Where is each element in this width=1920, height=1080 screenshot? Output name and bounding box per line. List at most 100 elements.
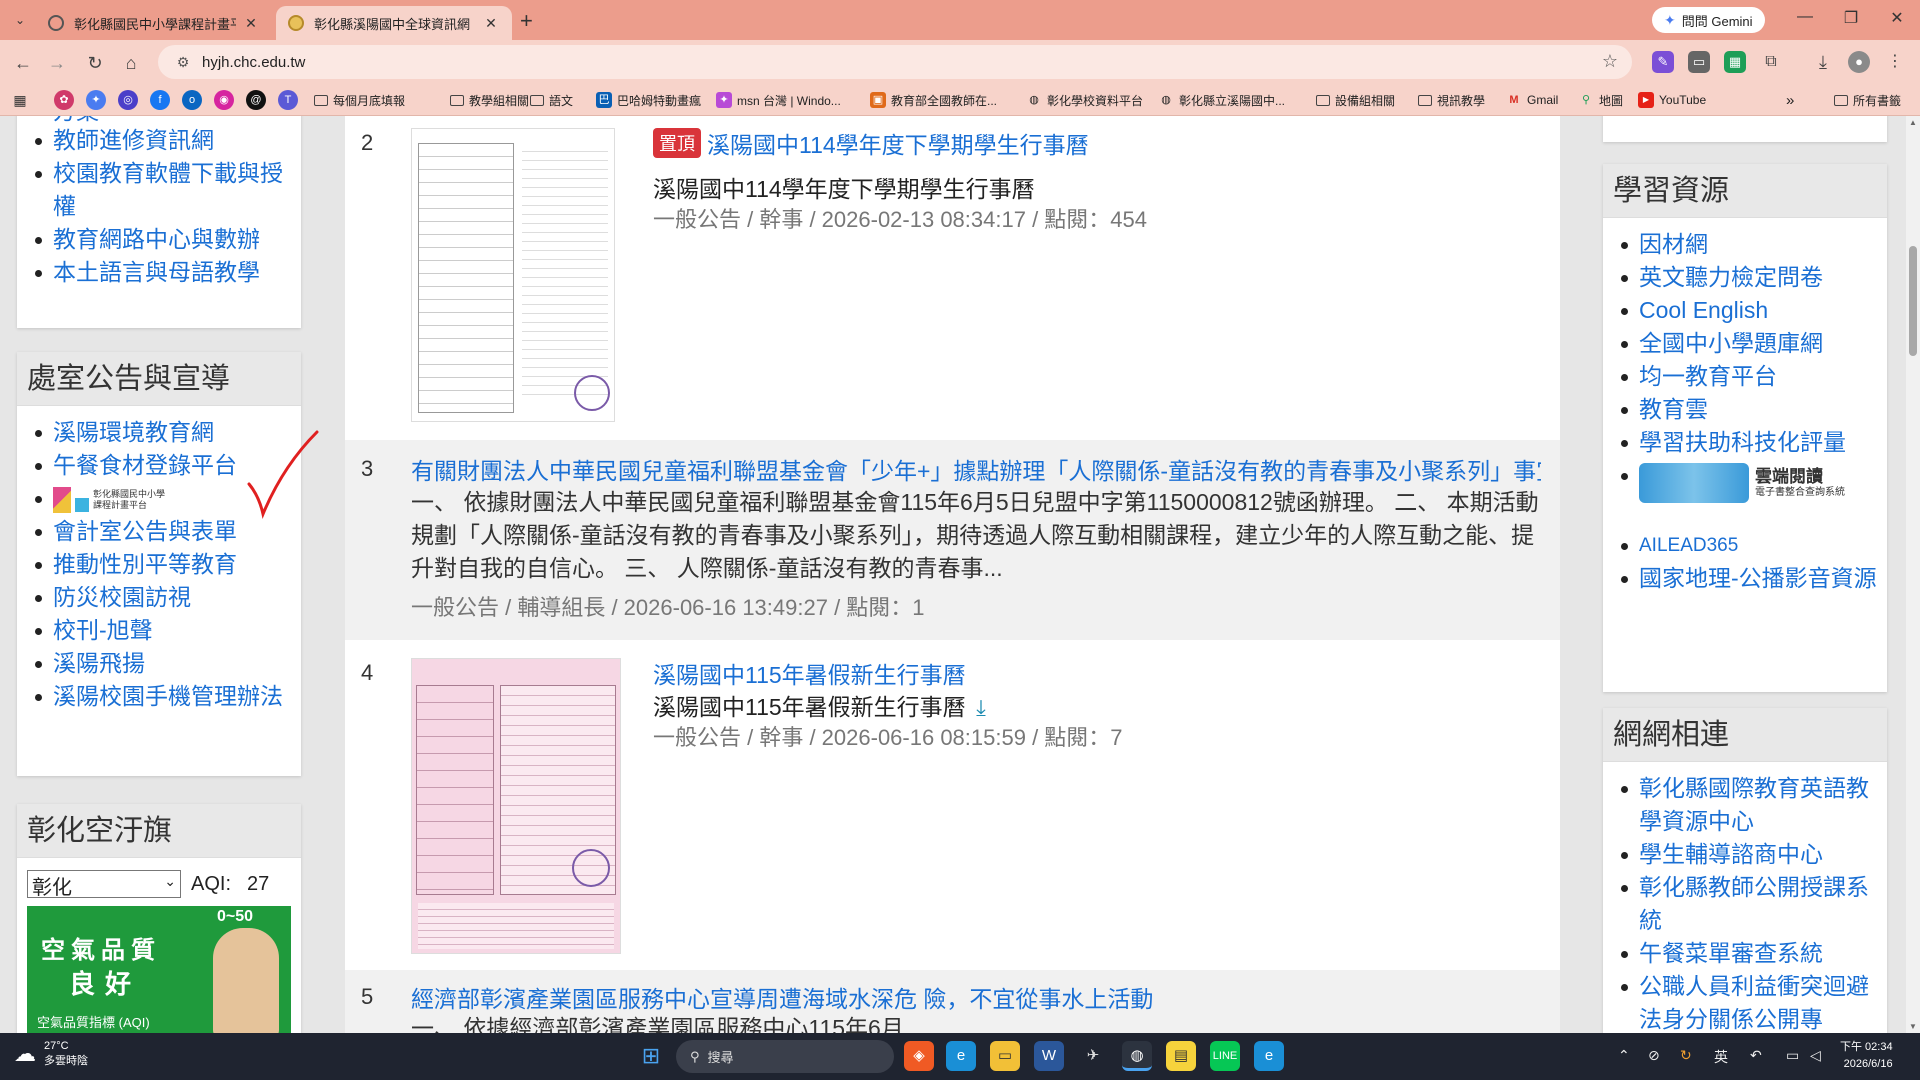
edge-dev-icon[interactable]: e (1254, 1041, 1284, 1071)
sync-icon[interactable]: ↻ (1680, 1047, 1692, 1064)
link-item[interactable]: 公職人員利益衝突迴避法身分關係公開專 (1621, 970, 1877, 1033)
link-item[interactable]: 英文聽力檢定問卷 (1621, 261, 1877, 294)
teams-icon[interactable]: T (278, 90, 298, 110)
volume-icon[interactable]: ◁ (1810, 1047, 1821, 1064)
bookmark-folder[interactable]: 教學組相關 (450, 90, 529, 110)
bookmark-folder[interactable]: 設備組相關 (1316, 90, 1395, 110)
instagram-icon[interactable]: ◉ (214, 90, 234, 110)
scroll-up-icon[interactable]: ▲ (1909, 118, 1917, 127)
link-item[interactable]: 防災校園訪視 (35, 581, 291, 614)
link-item[interactable]: 教育網路中心與數辦 (35, 223, 291, 256)
ime-indicator[interactable]: 英 (1714, 1047, 1728, 1067)
bookmark-link[interactable]: 巴巴哈姆特動畫瘋 (596, 90, 701, 110)
link-item[interactable]: 彰化縣教師公開授課系統 (1621, 871, 1877, 937)
link-item[interactable]: 教育雲 (1621, 393, 1877, 426)
chevron-up-icon[interactable]: ⌃ (1618, 1047, 1630, 1064)
link-item[interactable]: 均一教育平台 (1621, 360, 1877, 393)
bookmark-star-icon[interactable]: ☆ (1602, 51, 1618, 72)
close-icon[interactable]: ✕ (482, 15, 500, 32)
scroll-down-icon[interactable]: ▼ (1909, 1022, 1917, 1031)
link-item[interactable]: 溪陽飛揚 (35, 647, 291, 680)
bookmark-app-icon[interactable]: ✿ (54, 90, 74, 110)
announcement-title-link[interactable]: 溪陽國中115年暑假新生行事曆 (653, 656, 966, 690)
profile-avatar-icon[interactable]: ● (1848, 51, 1870, 73)
bookmark-link[interactable]: ▣ 教育部全國教師在... (870, 90, 997, 110)
announcement-title-link[interactable]: 經濟部彰濱產業園區服務中心宣導周遭海域水深危 險，不宜從事水上活動 (411, 980, 1153, 1014)
link-item[interactable]: 全國中小學題庫網 (1621, 327, 1877, 360)
apps-grid-icon[interactable]: ▦ (10, 90, 30, 110)
bookmark-app-icon[interactable]: ◎ (118, 90, 138, 110)
threads-icon[interactable]: @ (246, 90, 266, 110)
link-item[interactable]: 午餐菜單審查系統 (1621, 937, 1877, 970)
gemini-button[interactable]: ✦ 問問 Gemini (1652, 7, 1765, 33)
forward-icon[interactable]: → (44, 50, 70, 76)
mute-icon[interactable]: ⊘ (1648, 1047, 1660, 1064)
extension-sheets-icon[interactable]: ▦ (1724, 51, 1746, 73)
taskbar-search[interactable]: ⚲ 搜尋 (676, 1040, 894, 1073)
minimize-icon[interactable]: — (1782, 8, 1828, 26)
scrollbar-thumb[interactable] (1909, 246, 1917, 356)
outlook-icon[interactable]: o (182, 90, 202, 110)
calendar-thumbnail[interactable] (411, 128, 615, 422)
link-item[interactable]: Cool English (1621, 294, 1877, 327)
bookmark-link[interactable]: M Gmail (1506, 90, 1558, 110)
link-item[interactable]: 推動性別平等教育 (35, 548, 291, 581)
link-item[interactable]: 校園教育軟體下載與授權 (35, 157, 291, 223)
download-icon[interactable]: ⤓ (976, 695, 986, 720)
bookmark-link[interactable]: ▶ YouTube (1638, 90, 1706, 110)
app-icon[interactable]: ✈ (1078, 1041, 1108, 1071)
close-icon[interactable]: ✕ (242, 15, 260, 32)
link-item[interactable]: 學習扶助科技化評量 (1621, 426, 1877, 459)
link-item[interactable]: 校刊-旭聲 (35, 614, 291, 647)
input-mode-icon[interactable]: ↶ (1750, 1047, 1762, 1064)
bookmark-link[interactable]: ◍ 彰化學校資料平台 (1026, 90, 1143, 110)
word-icon[interactable]: W (1034, 1041, 1064, 1071)
gemini-bookmark-icon[interactable]: ✦ (86, 90, 106, 110)
brave-icon[interactable]: ◈ (904, 1041, 934, 1071)
extensions-puzzle-icon[interactable]: ⧉ (1760, 51, 1782, 73)
link-item[interactable]: 教師進修資訊網 (35, 124, 291, 157)
file-explorer-icon[interactable]: ▭ (990, 1041, 1020, 1071)
link-item[interactable]: 彰化縣國際教育英語教學資源中心 (1621, 772, 1877, 838)
new-tab-button[interactable]: + (520, 8, 533, 34)
link-item[interactable]: 溪陽校園手機管理辦法 (35, 680, 291, 713)
partial-link[interactable]: 計畫平台/根據本學年度方案 (53, 116, 291, 124)
facebook-icon[interactable]: f (150, 90, 170, 110)
bookmark-folder[interactable]: 語文 (530, 90, 573, 110)
network-icon[interactable]: ▭ (1786, 1047, 1799, 1064)
restore-icon[interactable]: ❐ (1828, 8, 1874, 28)
more-bookmarks-icon[interactable]: » (1786, 90, 1794, 110)
link-item[interactable]: 因材網 (1621, 228, 1877, 261)
aqi-location-select[interactable]: 彰化 ⌄ (27, 870, 181, 899)
all-bookmarks[interactable]: 所有書籤 (1834, 90, 1901, 110)
link-item[interactable]: 學生輔導諮商中心 (1621, 838, 1877, 871)
link-item[interactable]: AILEAD365 (1621, 529, 1877, 562)
announcement-title-link[interactable]: 有關財團法人中華民國兒童福利聯盟基金會「少年+」據點辦理「人際關係-童話沒有教的… (411, 452, 1541, 486)
page-scrollbar[interactable]: ▲ ▼ (1906, 116, 1920, 1033)
bookmark-link[interactable]: ◍ 彰化縣立溪陽國中... (1158, 90, 1285, 110)
reload-icon[interactable]: ↻ (82, 50, 108, 76)
sticky-notes-icon[interactable]: ▤ (1166, 1041, 1196, 1071)
close-window-icon[interactable]: ✕ (1874, 8, 1920, 28)
link-item[interactable]: 本土語言與母語教學 (35, 256, 291, 289)
url-text[interactable]: hyjh.chc.edu.tw (202, 54, 305, 71)
clock[interactable]: 下午 02:34 2026/6/16 (1840, 1039, 1893, 1073)
back-icon[interactable]: ← (10, 50, 36, 76)
menu-kebab-icon[interactable]: ⋮ (1884, 51, 1906, 73)
tab-search-icon[interactable]: ⌄ (8, 8, 32, 32)
link-item[interactable]: 國家地理-公播影音資源 (1621, 562, 1877, 595)
extension-chat-icon[interactable]: ▭ (1688, 51, 1710, 73)
chrome-icon[interactable]: ◍ (1122, 1041, 1152, 1071)
tab-course-plan[interactable]: 彰化縣國民中小學課程計畫平台 ✕ (36, 6, 272, 40)
extension-pen-icon[interactable]: ✎ (1652, 51, 1674, 73)
weather-widget[interactable]: ☁ 27°C 多雲時陰 (14, 1039, 88, 1069)
site-info-icon[interactable]: ⚙ (168, 54, 198, 71)
start-windows-icon[interactable]: ⊞ (636, 1041, 666, 1071)
announcement-title-link[interactable]: 溪陽國中114學年度下學期學生行事曆 (707, 132, 1089, 158)
bookmark-folder[interactable]: 視訊教學 (1418, 90, 1485, 110)
calendar-thumbnail[interactable] (411, 658, 621, 954)
address-bar[interactable]: ⚙ hyjh.chc.edu.tw ☆ (158, 45, 1632, 79)
bookmark-link[interactable]: ⚲ 地圖 (1578, 90, 1623, 110)
download-icon[interactable]: ⤓ (1812, 51, 1834, 73)
bookmark-folder[interactable]: 每個月底填報 (314, 90, 405, 110)
